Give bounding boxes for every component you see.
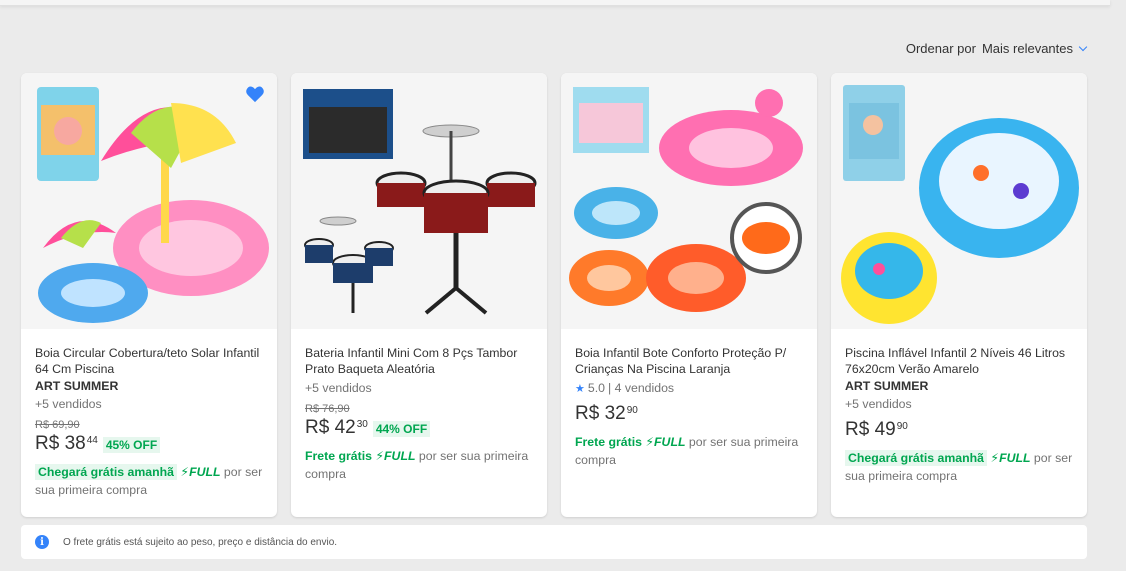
discount-badge: 44% OFF	[372, 421, 431, 437]
float-boat-image	[569, 87, 803, 312]
rating-value: 5.0	[587, 381, 605, 395]
shipping-info: Chegará grátis amanhã ⚡FULL por ser sua …	[845, 449, 1073, 485]
product-title[interactable]: Boia Infantil Bote Conforto Proteção P/ …	[575, 345, 803, 377]
price: R$ 4990	[845, 419, 908, 440]
rating: ★ 5.0 | 4 vendidos	[575, 381, 803, 395]
shipping-info: Chegará grátis amanhã ⚡FULL por ser sua …	[35, 463, 263, 499]
info-icon: i	[35, 535, 49, 549]
top-shadow-bar	[0, 0, 1110, 6]
full-badge: ⚡FULL	[990, 451, 1031, 465]
full-badge: ⚡FULL	[645, 435, 686, 449]
free-shipping-label: Chegará grátis amanhã	[35, 464, 177, 480]
free-shipping-label: Frete grátis	[575, 435, 642, 449]
product-brand: ART SUMMER	[35, 379, 119, 393]
star-icon: ★	[575, 382, 585, 395]
sold-count: +5 vendidos	[845, 397, 912, 411]
shipping-info: Frete grátis ⚡FULL por ser sua primeira …	[305, 447, 533, 483]
product-title[interactable]: Bateria Infantil Mini Com 8 Pçs Tambor P…	[305, 345, 533, 377]
product-card[interactable]: Boia Circular Cobertura/teto Solar Infan…	[21, 73, 277, 517]
price: R$ 3290	[575, 403, 638, 424]
product-brand: ART SUMMER	[845, 379, 929, 393]
free-shipping-label: Chegará grátis amanhã	[845, 450, 987, 466]
full-badge: ⚡FULL	[180, 465, 221, 479]
shipping-info: Frete grátis ⚡FULL por ser sua primeira …	[575, 433, 803, 469]
inflatable-pool-image	[841, 85, 1079, 324]
discount-badge: 45% OFF	[102, 437, 161, 453]
old-price: R$ 69,90	[35, 419, 80, 431]
old-price: R$ 76,90	[305, 403, 350, 415]
product-image[interactable]	[21, 73, 277, 329]
product-title[interactable]: Boia Circular Cobertura/teto Solar Infan…	[35, 345, 263, 377]
sold-count: +5 vendidos	[35, 397, 102, 411]
product-card[interactable]: Bateria Infantil Mini Com 8 Pçs Tambor P…	[291, 73, 547, 517]
free-shipping-label: Frete grátis	[305, 449, 372, 463]
toy-drum-kit-image	[303, 89, 537, 315]
shipping-notice: i O frete grátis está sujeito ao peso, p…	[21, 525, 1087, 559]
product-image[interactable]	[291, 73, 547, 329]
product-grid: Boia Circular Cobertura/teto Solar Infan…	[21, 73, 1087, 517]
price: R$ 4230	[305, 417, 368, 438]
full-badge: ⚡FULL	[375, 449, 416, 463]
favorite-heart-icon[interactable]	[245, 85, 265, 103]
product-title[interactable]: Piscina Inflável Infantil 2 Níveis 46 Li…	[845, 345, 1073, 377]
chevron-down-icon	[1078, 42, 1088, 52]
float-with-canopy-image	[37, 87, 269, 323]
product-image[interactable]	[561, 73, 817, 329]
sort-dropdown[interactable]: Mais relevantes	[981, 41, 1088, 56]
product-card[interactable]: Boia Infantil Bote Conforto Proteção P/ …	[561, 73, 817, 517]
sold-count: +5 vendidos	[305, 381, 372, 395]
notice-text: O frete grátis está sujeito ao peso, pre…	[63, 536, 338, 548]
sort-label: Ordenar por	[905, 41, 976, 56]
sort-control[interactable]: Ordenar por Mais relevantes	[905, 41, 1088, 56]
sold-count: | 4 vendidos	[607, 381, 675, 395]
product-image[interactable]	[831, 73, 1087, 329]
price: R$ 3844	[35, 433, 98, 454]
product-card[interactable]: Piscina Inflável Infantil 2 Níveis 46 Li…	[831, 73, 1087, 517]
sort-value: Mais relevantes	[981, 41, 1073, 56]
